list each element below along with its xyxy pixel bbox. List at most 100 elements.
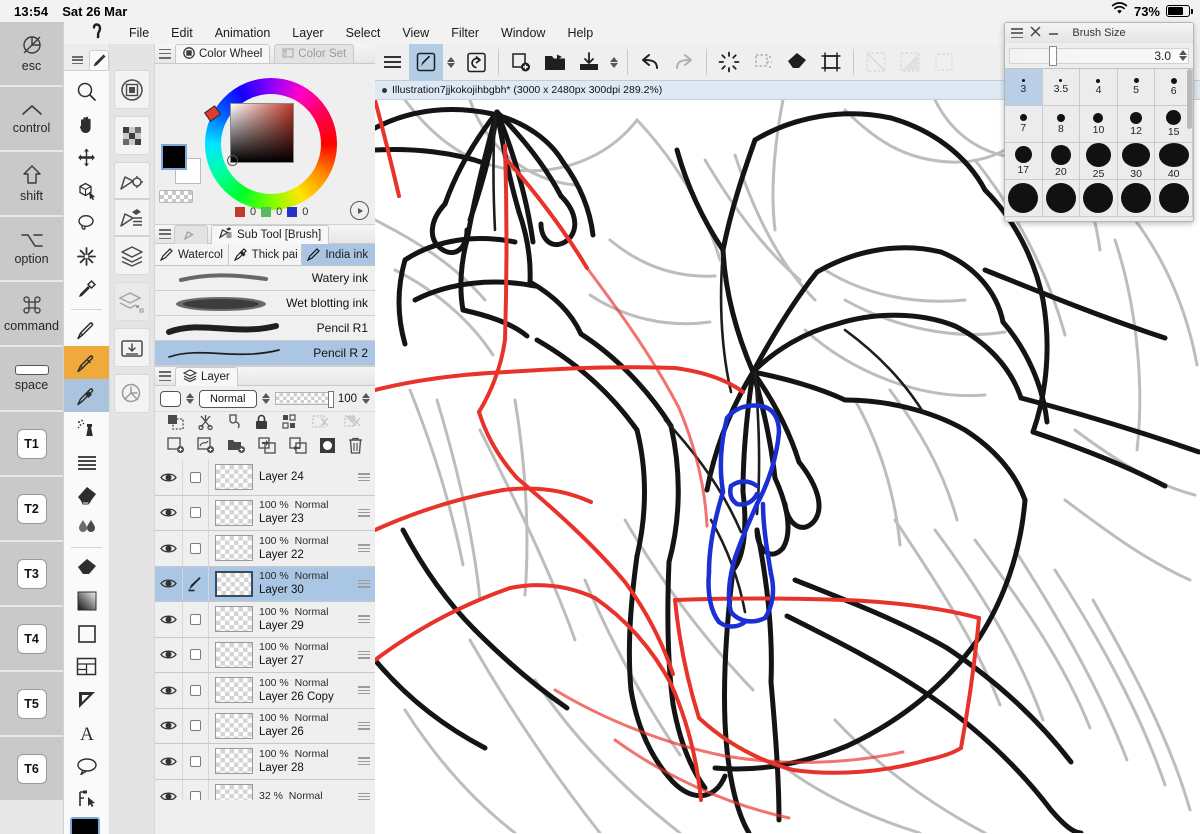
layer-row[interactable]: 100 % Normal Layer 30 <box>155 566 375 602</box>
layer-reference-checkbox[interactable] <box>183 779 209 800</box>
key-t3[interactable]: T3 <box>0 542 63 607</box>
tab-color-set[interactable]: Color Set <box>274 44 355 63</box>
layer-thumbnail[interactable] <box>215 783 253 800</box>
key-t5[interactable]: T5 <box>0 672 63 737</box>
menu-view[interactable]: View <box>391 26 440 40</box>
brush-size-cell[interactable]: 5 <box>1117 69 1156 106</box>
brush-size-cell[interactable]: 7 <box>1005 106 1043 143</box>
select-all-icon[interactable] <box>927 44 961 81</box>
sub-tool-detail-palette-icon[interactable] <box>115 200 149 237</box>
layer-visibility-icon[interactable] <box>155 779 183 800</box>
layer-palette-icon[interactable] <box>115 237 149 274</box>
save-file-icon[interactable] <box>572 44 606 81</box>
hamburger-icon[interactable] <box>159 229 171 239</box>
layer-thumbnail[interactable] <box>215 535 253 562</box>
play-circle-icon[interactable] <box>350 201 369 220</box>
brush-item-wet-blotting-ink[interactable]: Wet blotting ink <box>155 291 375 316</box>
new-document-icon[interactable] <box>504 44 538 81</box>
frame-border-tool[interactable] <box>64 650 109 683</box>
layer-row[interactable]: Layer 24 <box>155 460 375 496</box>
layer-row[interactable]: 100 % Normal Layer 28 <box>155 744 375 780</box>
fill-selection-icon[interactable] <box>780 44 814 81</box>
opacity-stepper[interactable] <box>362 393 370 404</box>
key-t1[interactable]: T1 <box>0 412 63 477</box>
layer-mask-icon[interactable] <box>319 437 336 459</box>
brush-size-cell[interactable]: 17 <box>1005 143 1043 180</box>
menu-select[interactable]: Select <box>335 26 392 40</box>
brush-size-cell[interactable]: 4 <box>1080 69 1118 106</box>
foreground-color-swatch[interactable] <box>161 144 187 170</box>
layer-drag-handle[interactable] <box>358 757 370 766</box>
text-tool[interactable]: A <box>64 716 109 749</box>
brush-size-cell[interactable]: 8 <box>1042 106 1081 143</box>
menu-help[interactable]: Help <box>556 26 604 40</box>
redo-icon[interactable] <box>667 44 701 81</box>
color-set-palette-icon[interactable] <box>115 117 149 154</box>
layer-thumbnail[interactable] <box>215 570 253 597</box>
brush-size-cell[interactable] <box>1042 180 1081 217</box>
key-t6[interactable]: T6 <box>0 737 63 802</box>
material-download-palette-icon[interactable] <box>115 329 149 366</box>
layer-reference-checkbox[interactable] <box>183 637 209 672</box>
menu-filter[interactable]: Filter <box>440 26 490 40</box>
gradient-selection-icon[interactable] <box>893 44 927 81</box>
layer-drag-handle[interactable] <box>358 721 370 730</box>
command-bar-menu-icon[interactable] <box>375 44 409 81</box>
brush-size-cell[interactable]: 25 <box>1080 143 1118 180</box>
deselect-icon[interactable] <box>712 44 746 81</box>
rotate-canvas-icon[interactable] <box>459 44 493 81</box>
layer-row[interactable]: 100 % Normal Layer 26 Copy <box>155 673 375 709</box>
brush-item-pencil-r2[interactable]: Pencil R 2 <box>155 341 375 366</box>
layer-reference-checkbox[interactable] <box>183 460 209 495</box>
blend-tool[interactable] <box>64 511 109 544</box>
transparent-color-icon[interactable] <box>159 190 193 203</box>
layer-visibility-icon[interactable] <box>155 673 183 708</box>
key-control[interactable]: control <box>0 87 63 152</box>
menu-icon[interactable] <box>67 50 87 70</box>
layer-drag-handle[interactable] <box>358 686 370 695</box>
layer-color-icon[interactable] <box>227 413 242 435</box>
open-file-icon[interactable] <box>538 44 572 81</box>
layer-visibility-icon[interactable] <box>155 744 183 779</box>
menu-animation[interactable]: Animation <box>204 26 282 40</box>
layer-drag-handle[interactable] <box>358 650 370 659</box>
layer-drag-handle[interactable] <box>358 615 370 624</box>
layer-drag-handle[interactable] <box>358 508 370 517</box>
layer-list[interactable]: Layer 24 100 % Normal Layer 23 100 % Normal… <box>155 460 375 800</box>
navigator-palette-icon[interactable] <box>115 71 149 108</box>
brush-size-slider-knob[interactable] <box>1049 46 1057 66</box>
tab-sub-tool-brush[interactable]: Sub Tool [Brush] <box>211 224 330 244</box>
brush-item-pencil-r1[interactable]: Pencil R1 <box>155 316 375 341</box>
tool-property-palette-icon[interactable] <box>115 163 149 200</box>
brush-size-cell[interactable] <box>1080 180 1118 217</box>
layer-reference-checkbox[interactable] <box>183 744 209 779</box>
brush-size-cell[interactable]: 10 <box>1080 106 1118 143</box>
key-space[interactable]: space <box>0 347 63 412</box>
layer-thumbnail[interactable] <box>215 677 253 704</box>
subtool-group-thickpaint[interactable]: Thick pai <box>228 244 303 265</box>
layer-thumbnail[interactable] <box>215 641 253 668</box>
layer-visibility-icon[interactable] <box>155 602 183 637</box>
airbrush-tool[interactable] <box>64 412 109 445</box>
combine-down-icon[interactable] <box>288 437 307 459</box>
speech-balloon-tool[interactable] <box>64 749 109 782</box>
tab-layer[interactable]: Layer <box>175 366 238 386</box>
subtool-group-india-ink[interactable]: India ink <box>302 244 376 265</box>
layer-visibility-icon[interactable] <box>155 460 183 495</box>
layer-row[interactable]: 32 % Normal <box>155 779 375 800</box>
pen-tablet-icon[interactable] <box>409 44 443 81</box>
subtool-group-watercolor[interactable]: Watercol <box>155 244 229 265</box>
brush-size-cell[interactable] <box>1117 180 1156 217</box>
pencil-tool[interactable] <box>64 346 109 379</box>
hamburger-icon[interactable] <box>159 371 171 381</box>
ruler-off-icon[interactable] <box>859 44 893 81</box>
clip-studio-logo[interactable] <box>90 22 108 44</box>
layer-reference-checkbox[interactable] <box>183 673 209 708</box>
crop-icon[interactable] <box>814 44 848 81</box>
layer-type-button[interactable] <box>160 390 181 407</box>
layer-visibility-icon[interactable] <box>155 708 183 743</box>
sv-marker[interactable] <box>227 155 238 166</box>
animation-cells-palette-icon[interactable] <box>115 283 149 320</box>
layer-row[interactable]: 100 % Normal Layer 29 <box>155 602 375 638</box>
layer-thumbnail[interactable] <box>215 712 253 739</box>
